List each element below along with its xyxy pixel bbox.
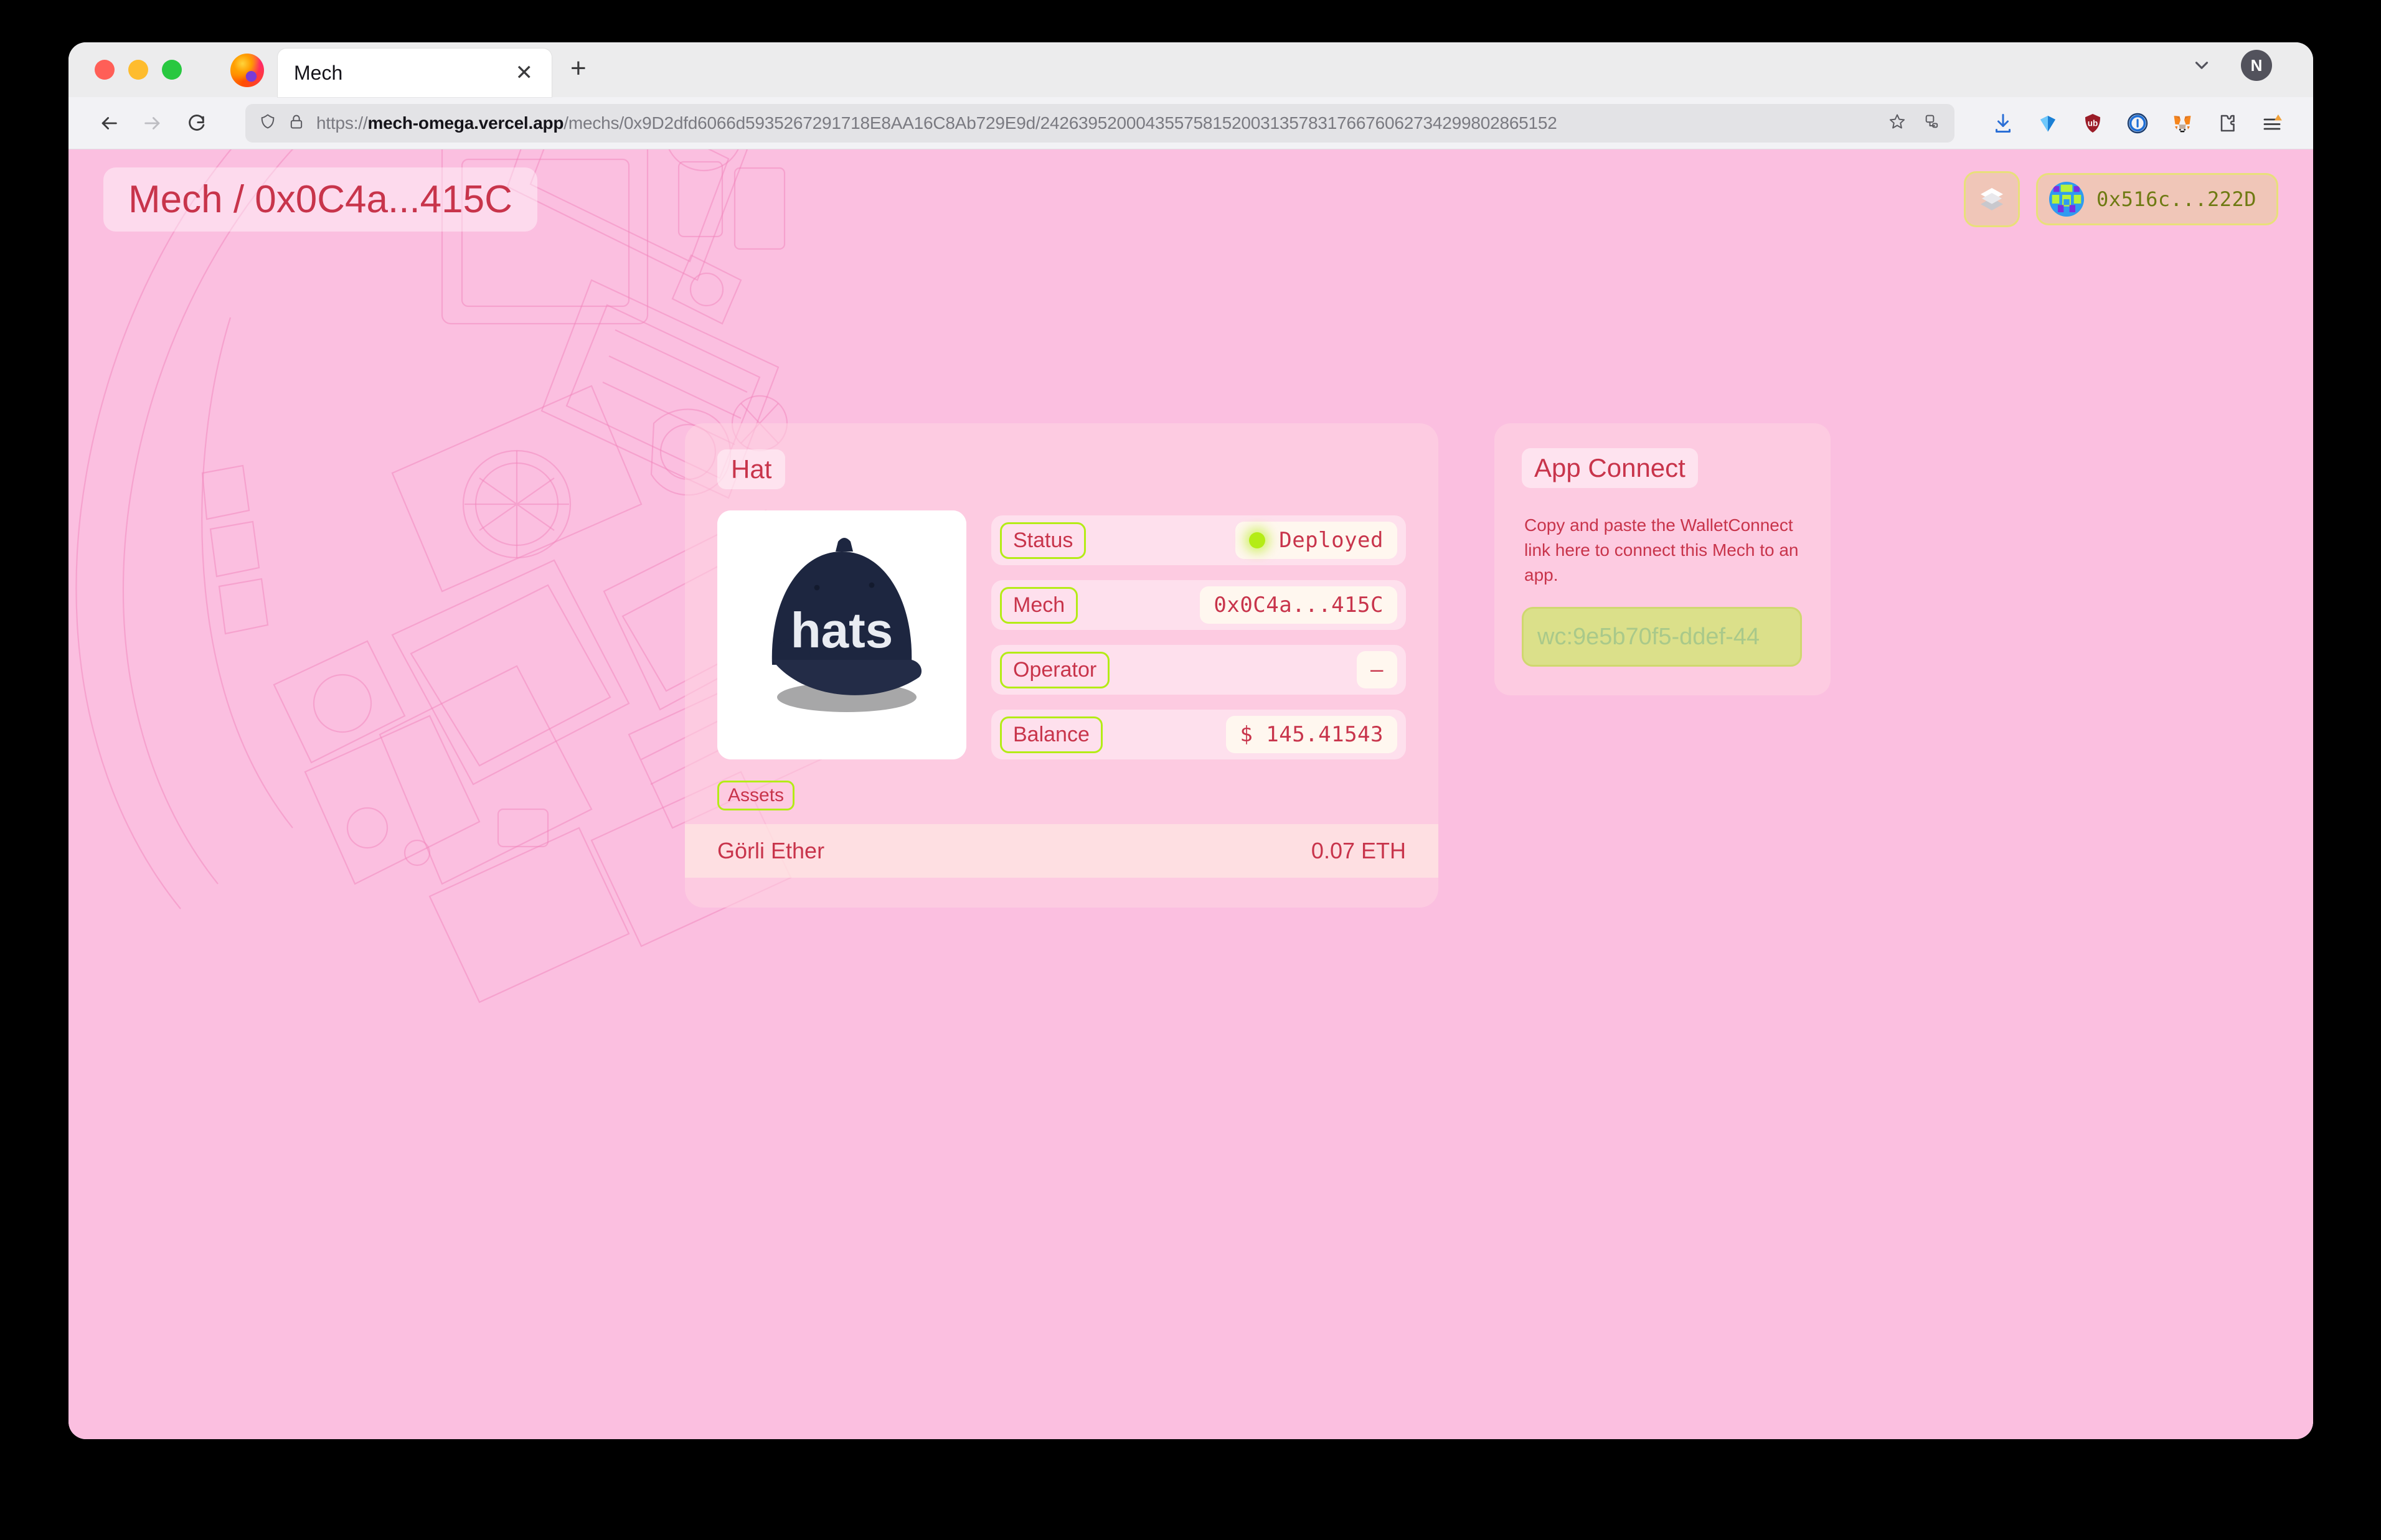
page-title: Mech / 0x0C4a...415C [103,167,537,232]
save-to-pocket-icon[interactable] [1923,113,1941,133]
app-connect-title: App Connect [1522,448,1698,488]
minimize-window-button[interactable] [128,60,148,80]
detail-rows: Status Deployed Mech 0x0C4a...415C Opera… [991,510,1406,759]
svg-text:ub: ub [2088,118,2098,128]
forward-icon[interactable] [131,104,174,143]
status-text: Deployed [1279,528,1384,553]
app-menu-icon[interactable] [2250,104,2294,143]
firefox-logo-icon [230,54,264,87]
detail-row-status: Status Deployed [991,515,1406,565]
wallet-address-label: 0x516c...222D [2096,187,2256,211]
reload-icon[interactable] [174,104,218,143]
ublock-origin-icon[interactable]: ub [2070,104,2115,143]
mech-detail-card: Hat hats Status Deployed Mech 0x0C4a...4… [685,423,1438,908]
chevron-down-icon[interactable] [2191,55,2212,76]
web-page-content: Mech / 0x0C4a...415C 0x516c...222D Hat h… [68,149,2313,1439]
app-connect-description: Copy and paste the WalletConnect link he… [1524,515,1799,585]
avatar [2049,182,2085,217]
browser-tab[interactable]: Mech ✕ [278,49,552,97]
tab-title: Mech [294,61,343,84]
blue-diamond-extension-icon[interactable] [2025,104,2070,143]
detail-row-operator: Operator – [991,645,1406,695]
navigation-toolbar: https://mech-omega.vercel.app/mechs/0x9D… [68,97,2313,149]
row-label: Mech [1000,586,1078,624]
asset-name: Görli Ether [717,838,825,863]
baseball-cap-illustration: hats [717,510,966,759]
metamask-icon[interactable] [2160,104,2205,143]
detail-row-balance: Balance $ 145.41543 [991,710,1406,759]
new-tab-button[interactable]: + [570,55,587,82]
row-label: Operator [1000,651,1110,688]
header-actions: 0x516c...222D [1964,171,2278,227]
row-value: Deployed [1235,522,1397,559]
nft-thumbnail: hats [717,510,966,759]
row-label: Balance [1000,716,1103,753]
status-dot-icon [1249,532,1266,548]
maximize-window-button[interactable] [162,60,182,80]
svg-text:hats: hats [791,603,893,658]
tab-strip-controls: N [2191,50,2313,97]
lock-icon[interactable] [288,113,305,133]
window-traffic-lights [68,60,182,97]
app-connect-panel: App Connect Copy and paste the WalletCon… [1494,423,1831,696]
url-text: https://mech-omega.vercel.app/mechs/0x9D… [316,113,1557,133]
close-tab-icon[interactable]: ✕ [513,62,536,83]
downloads-icon[interactable] [1981,104,2025,143]
asset-amount: 0.07 ETH [1311,838,1406,863]
row-value: – [1357,651,1397,688]
row-value: $ 145.41543 [1226,716,1397,753]
layers-icon[interactable] [1964,171,2020,227]
walletconnect-link-input[interactable] [1522,607,1802,667]
assets-section-label: Assets [717,781,795,810]
onepassword-icon[interactable] [2115,104,2160,143]
url-bar[interactable]: https://mech-omega.vercel.app/mechs/0x9D… [245,103,1954,143]
bookmark-star-icon[interactable] [1888,113,1906,133]
asset-row: Görli Ether 0.07 ETH [685,824,1438,878]
shield-icon[interactable] [259,113,276,133]
extensions-puzzle-icon[interactable] [2205,104,2250,143]
close-window-button[interactable] [95,60,115,80]
card-title: Hat [717,449,786,489]
extension-toolbar: ub [1969,104,2294,143]
card-body: hats Status Deployed Mech 0x0C4a...415C [717,510,1406,759]
page-header: Mech / 0x0C4a...415C 0x516c...222D [68,149,2313,249]
row-label: Status [1000,522,1087,559]
profile-avatar[interactable]: N [2241,50,2272,81]
card-footer-spacer [717,878,1406,908]
wallet-address-chip[interactable]: 0x516c...222D [2036,173,2278,225]
tab-strip: Mech ✕ + N [68,42,2313,97]
row-value[interactable]: 0x0C4a...415C [1200,586,1397,624]
browser-window: Mech ✕ + N https://mech-omega.vercel.app… [68,42,2313,1439]
assets-list: Görli Ether 0.07 ETH [685,824,1438,878]
detail-row-mech: Mech 0x0C4a...415C [991,580,1406,630]
back-icon[interactable] [87,104,131,143]
